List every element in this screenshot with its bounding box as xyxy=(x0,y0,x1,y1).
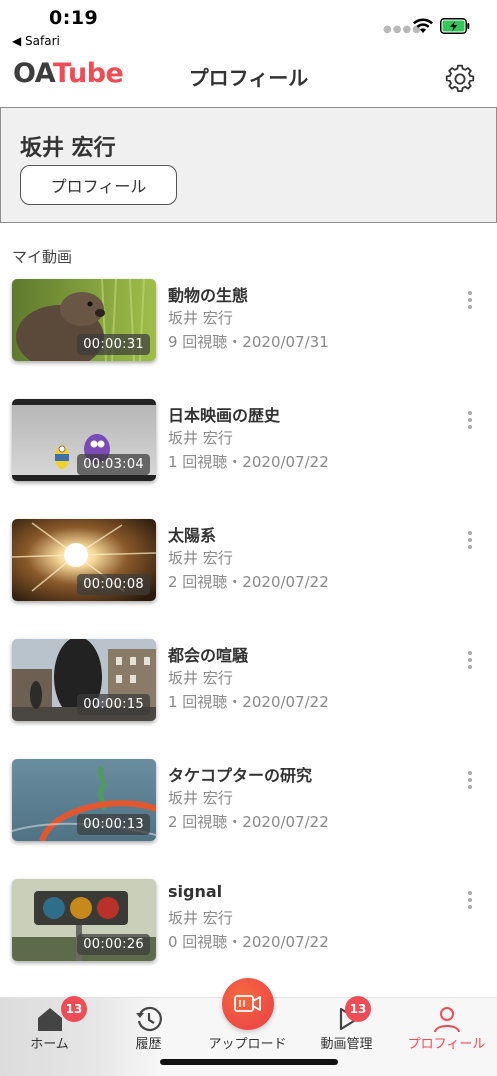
video-meta: 0 回視聴・2020/07/22 xyxy=(168,933,329,951)
more-options-icon[interactable] xyxy=(462,889,478,915)
video-thumbnail[interactable]: 00:00:26 xyxy=(12,879,156,961)
video-duration: 00:00:26 xyxy=(77,934,150,955)
video-meta: 2 回視聴・2020/07/22 xyxy=(168,573,329,591)
battery-charging-icon xyxy=(440,18,470,34)
tab-label: プロフィール xyxy=(407,1037,486,1052)
more-options-icon[interactable] xyxy=(462,529,478,555)
video-author: 坂井 宏行 xyxy=(168,909,233,927)
upload-button[interactable] xyxy=(221,978,274,1030)
video-list-item[interactable]: 00:03:04 日本映画の歴史 坂井 宏行 1 回視聴・2020/07/22 xyxy=(0,399,497,483)
notification-badge: 13 xyxy=(345,996,371,1022)
video-author: 坂井 宏行 xyxy=(168,429,233,447)
video-author: 坂井 宏行 xyxy=(168,789,233,807)
video-duration: 00:00:08 xyxy=(77,574,150,595)
video-list-item[interactable]: 00:00:31 動物の生態 坂井 宏行 9 回視聴・2020/07/31 xyxy=(0,279,497,363)
profile-name: 坂井 宏行 xyxy=(20,136,116,161)
video-list-item[interactable]: 00:00:15 都会の喧騒 坂井 宏行 1 回視聴・2020/07/22 xyxy=(0,639,497,723)
tab-profile[interactable]: プロフィール xyxy=(396,998,497,1076)
video-meta: 1 回視聴・2020/07/22 xyxy=(168,693,329,711)
upload-video-icon xyxy=(233,995,261,1012)
more-options-icon[interactable] xyxy=(462,409,478,435)
notification-badge: 13 xyxy=(61,996,87,1022)
status-time: 0:19 xyxy=(49,7,99,29)
video-list-item[interactable]: 00:00:26 signal 坂井 宏行 0 回視聴・2020/07/22 xyxy=(0,879,497,963)
tab-label: 動画管理 xyxy=(320,1037,373,1052)
video-thumbnail[interactable]: 00:00:13 xyxy=(12,759,156,841)
history-icon xyxy=(135,1006,162,1032)
gear-icon[interactable] xyxy=(445,64,475,94)
back-to-safari-link[interactable]: ◀ Safari xyxy=(12,34,60,48)
home-icon xyxy=(37,1008,62,1031)
page-title: プロフィール xyxy=(188,66,309,90)
more-options-icon[interactable] xyxy=(462,649,478,675)
tab-label: アップロード xyxy=(208,1037,287,1052)
status-bar: 0:19 ◀ Safari ●●●● xyxy=(0,0,497,52)
video-title[interactable]: signal xyxy=(168,882,222,901)
video-author: 坂井 宏行 xyxy=(168,549,233,567)
home-indicator[interactable] xyxy=(160,1059,338,1065)
more-options-icon[interactable] xyxy=(462,289,478,315)
video-meta: 2 回視聴・2020/07/22 xyxy=(168,813,329,831)
video-duration: 00:00:15 xyxy=(77,694,150,715)
app-header: OATube プロフィール xyxy=(0,52,497,106)
profile-card: 坂井 宏行 プロフィール xyxy=(0,107,497,223)
video-title[interactable]: 都会の喧騒 xyxy=(168,642,248,666)
more-options-icon[interactable] xyxy=(462,769,478,795)
video-thumbnail[interactable]: 00:03:04 xyxy=(12,399,156,481)
video-meta: 1 回視聴・2020/07/22 xyxy=(168,453,329,471)
video-author: 坂井 宏行 xyxy=(168,309,233,327)
profile-button[interactable]: プロフィール xyxy=(20,165,177,205)
video-title[interactable]: タケコプターの研究 xyxy=(168,762,312,786)
wifi-icon xyxy=(413,18,433,33)
video-meta: 9 回視聴・2020/07/31 xyxy=(168,333,329,351)
video-title[interactable]: 日本映画の歴史 xyxy=(168,402,280,426)
tab-label: ホーム xyxy=(30,1037,69,1052)
video-thumbnail[interactable]: 00:00:08 xyxy=(12,519,156,601)
tab-home[interactable]: 13 ホーム xyxy=(0,996,99,1076)
video-list-item[interactable]: 00:00:13 タケコプターの研究 坂井 宏行 2 回視聴・2020/07/2… xyxy=(0,759,497,843)
profile-icon xyxy=(433,1007,460,1033)
video-duration: 00:00:13 xyxy=(77,814,150,835)
video-thumbnail[interactable]: 00:00:15 xyxy=(12,639,156,721)
video-duration: 00:03:04 xyxy=(77,454,150,475)
section-title-my-videos: マイ動画 xyxy=(12,248,73,266)
video-duration: 00:00:31 xyxy=(77,334,150,355)
tab-label: 履歴 xyxy=(135,1037,162,1052)
video-title[interactable]: 太陽系 xyxy=(168,522,216,546)
video-title[interactable]: 動物の生態 xyxy=(168,282,248,306)
video-author: 坂井 宏行 xyxy=(168,669,233,687)
video-thumbnail[interactable]: 00:00:31 xyxy=(12,279,156,361)
video-list-item[interactable]: 00:00:08 太陽系 坂井 宏行 2 回視聴・2020/07/22 xyxy=(0,519,497,603)
